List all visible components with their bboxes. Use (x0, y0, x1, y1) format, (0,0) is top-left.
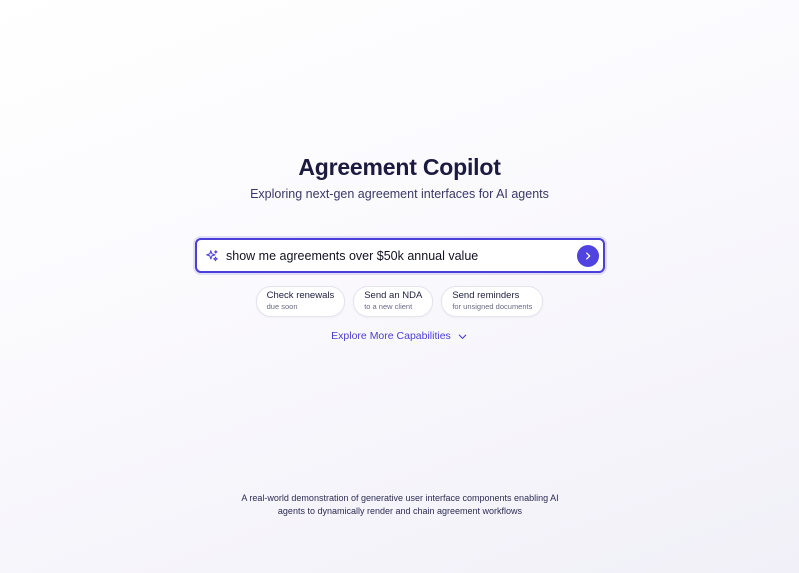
footer-description: A real-world demonstration of generative… (241, 493, 559, 516)
chip-subtitle: for unsigned documents (452, 301, 533, 311)
chip-subtitle: to a new client (364, 301, 413, 311)
page-subtitle: Exploring next-gen agreement interfaces … (250, 187, 549, 201)
explore-more-button[interactable]: Explore More Capabilities (0, 330, 799, 342)
suggestion-chip-check-renewals[interactable]: Check renewals due soon (255, 286, 346, 317)
chevron-right-icon (583, 251, 593, 261)
page-title: Agreement Copilot (298, 154, 501, 180)
page: Agreement Copilot Exploring next-gen agr… (0, 0, 799, 573)
suggestion-chip-send-reminders[interactable]: Send reminders for unsigned documents (441, 286, 544, 317)
chip-title: Send reminders (452, 290, 520, 301)
search-box[interactable] (195, 238, 605, 273)
suggestion-chips: Check renewals due soon Send an NDA to a… (0, 286, 799, 317)
chip-title: Check renewals (266, 290, 335, 301)
chevron-down-icon (457, 331, 468, 342)
chip-title: Send an NDA (364, 290, 423, 301)
submit-button[interactable] (577, 244, 599, 267)
explore-more-label: Explore More Capabilities (331, 330, 451, 342)
suggestion-chip-send-nda[interactable]: Send an NDA to a new client (353, 286, 434, 317)
sparkle-icon (205, 249, 219, 263)
chip-subtitle: due soon (266, 301, 298, 311)
search-input[interactable] (226, 245, 577, 266)
